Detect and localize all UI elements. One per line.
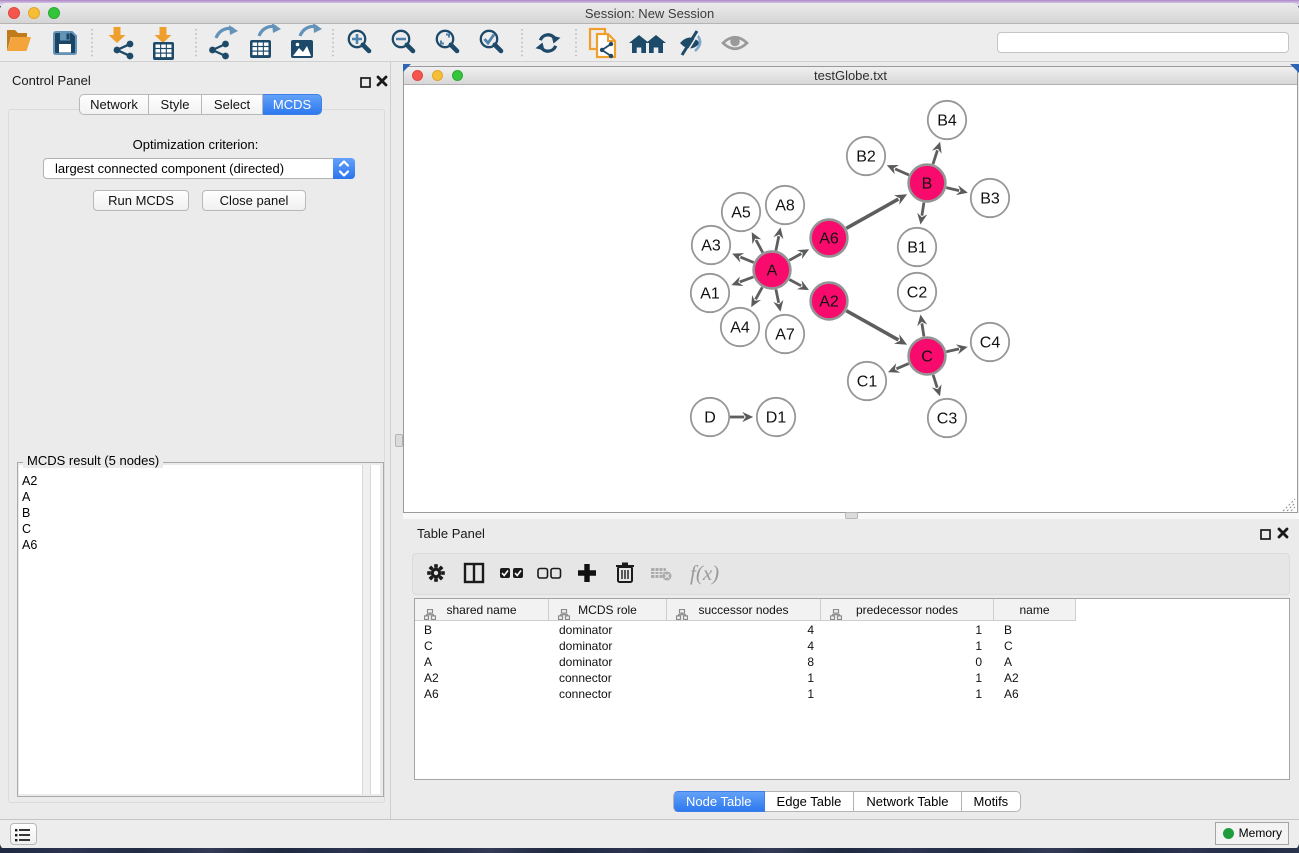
svg-text:B2: B2 <box>856 149 876 166</box>
svg-text:A7: A7 <box>775 327 795 344</box>
svg-text:D: D <box>704 410 716 427</box>
svg-text:B4: B4 <box>937 113 957 130</box>
svg-text:C2: C2 <box>907 285 928 302</box>
svg-text:B1: B1 <box>907 240 927 257</box>
svg-text:A5: A5 <box>731 205 751 222</box>
svg-text:A8: A8 <box>775 198 795 215</box>
svg-text:A4: A4 <box>730 320 750 337</box>
svg-text:A2: A2 <box>819 294 839 311</box>
svg-text:C4: C4 <box>980 335 1001 352</box>
svg-text:C3: C3 <box>937 411 958 428</box>
svg-text:A: A <box>767 263 778 280</box>
svg-text:B3: B3 <box>980 191 1000 208</box>
svg-text:B: B <box>922 176 933 193</box>
svg-text:C: C <box>921 349 933 366</box>
svg-text:D1: D1 <box>766 410 787 427</box>
svg-text:C1: C1 <box>857 374 878 391</box>
svg-text:A3: A3 <box>701 238 721 255</box>
svg-text:A1: A1 <box>700 286 720 303</box>
svg-text:A6: A6 <box>819 231 839 248</box>
